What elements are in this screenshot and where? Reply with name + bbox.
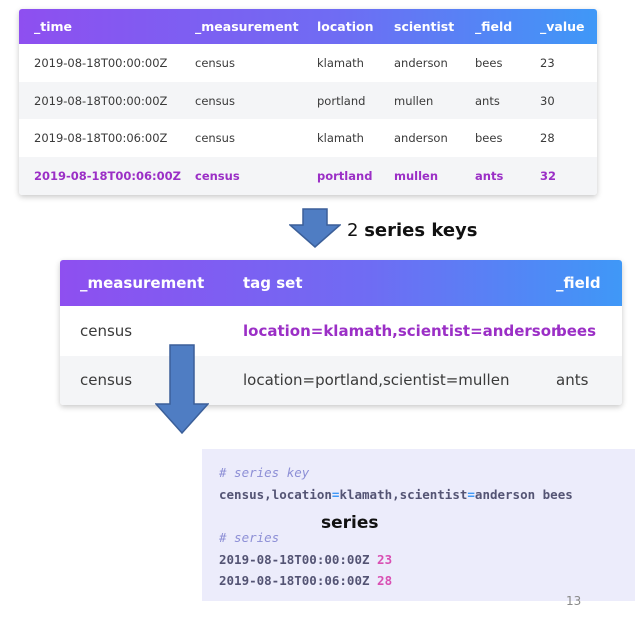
cell-measurement: census <box>195 131 235 146</box>
point-time: 2019-08-18T00:00:00Z <box>219 552 370 567</box>
cell-scientist: anderson <box>394 131 448 146</box>
cell-location: klamath <box>317 131 364 146</box>
cell-measurement: census <box>195 55 235 70</box>
cell-time: 2019-08-18T00:00:00Z <box>34 55 168 70</box>
series-key-measurement: census, <box>219 487 272 502</box>
header-time: _time <box>34 19 73 34</box>
series-key-scientist-value: anderson bees <box>474 487 573 502</box>
cell-time: 2019-08-18T00:06:00Z <box>34 168 181 183</box>
cell-field: ants <box>475 93 500 108</box>
series-keys-table-header: _measurement tag set _field <box>60 260 622 306</box>
series-comment: # series <box>219 530 280 545</box>
series-label: series <box>321 513 379 533</box>
cell-field: bees <box>556 321 597 340</box>
cell-measurement: census <box>195 168 240 183</box>
cell-scientist: mullen <box>394 93 434 108</box>
cell-measurement: census <box>80 321 133 340</box>
series-key-line: census,location=klamath,scientist=anders… <box>219 487 573 502</box>
series-point-line: 2019-08-18T00:00:00Z 23 <box>219 552 392 567</box>
point-value: 23 <box>377 552 393 567</box>
series-key-scientist-eq: = <box>467 487 475 502</box>
series-key-scientist-name: scientist <box>399 487 468 502</box>
cell-value: 23 <box>540 55 555 70</box>
cell-measurement: census <box>80 371 133 390</box>
cell-measurement: census <box>195 93 235 108</box>
series-key-location-name: location <box>271 487 332 502</box>
cell-tag-set: location=portland,scientist=mullen <box>243 371 510 390</box>
cell-field: ants <box>556 371 589 390</box>
series-keys-count: 2 <box>347 220 359 241</box>
header-value: _value <box>540 19 585 34</box>
series-key-location-value: klamath, <box>339 487 400 502</box>
header-location: location <box>317 19 374 34</box>
cell-location: portland <box>317 168 373 183</box>
down-arrow-icon <box>289 208 341 248</box>
table-row-highlighted: 2019-08-18T00:06:00Z census portland mul… <box>19 157 597 195</box>
raw-data-table: _time _measurement location scientist _f… <box>19 9 597 195</box>
page-number: 13 <box>566 594 582 608</box>
cell-scientist: mullen <box>394 168 439 183</box>
cell-value: 32 <box>540 168 557 183</box>
series-keys-label: series keys <box>364 220 478 241</box>
cell-field: bees <box>475 55 503 70</box>
header-field: _field <box>556 274 601 292</box>
table-row-highlighted: census location=klamath,scientist=anders… <box>60 306 622 356</box>
header-tag-set: tag set <box>243 274 303 292</box>
cell-location: portland <box>317 93 366 108</box>
header-scientist: scientist <box>394 19 455 34</box>
table-row: 2019-08-18T00:00:00Z census klamath ande… <box>19 44 597 82</box>
cell-time: 2019-08-18T00:00:00Z <box>34 93 168 108</box>
point-value: 28 <box>377 573 393 588</box>
table-row: census location=portland,scientist=mulle… <box>60 355 622 405</box>
cell-tag-set: location=klamath,scientist=anderson <box>243 321 562 340</box>
cell-value: 28 <box>540 131 555 146</box>
series-keys-caption: 2 series keys <box>347 220 478 241</box>
raw-data-table-header: _time _measurement location scientist _f… <box>19 9 597 44</box>
cell-value: 30 <box>540 93 555 108</box>
point-time: 2019-08-18T00:06:00Z <box>219 573 370 588</box>
series-code-block: # series key census,location = klamath,sci… <box>202 449 635 601</box>
table-row: 2019-08-18T00:00:00Z census portland mul… <box>19 81 597 120</box>
header-measurement: _measurement <box>80 274 205 292</box>
header-measurement: _measurement <box>195 19 299 34</box>
series-point-line: 2019-08-18T00:06:00Z 28 <box>219 573 392 588</box>
down-arrow-icon <box>155 344 209 434</box>
cell-field: bees <box>475 131 503 146</box>
table-row: 2019-08-18T00:06:00Z census klamath ande… <box>19 119 597 157</box>
cell-field: ants <box>475 168 504 183</box>
header-field: _field <box>475 19 513 34</box>
cell-time: 2019-08-18T00:06:00Z <box>34 131 168 146</box>
cell-scientist: anderson <box>394 55 448 70</box>
series-keys-table: _measurement tag set _field census locat… <box>60 260 622 405</box>
cell-location: klamath <box>317 55 364 70</box>
series-key-comment: # series key <box>219 465 310 480</box>
